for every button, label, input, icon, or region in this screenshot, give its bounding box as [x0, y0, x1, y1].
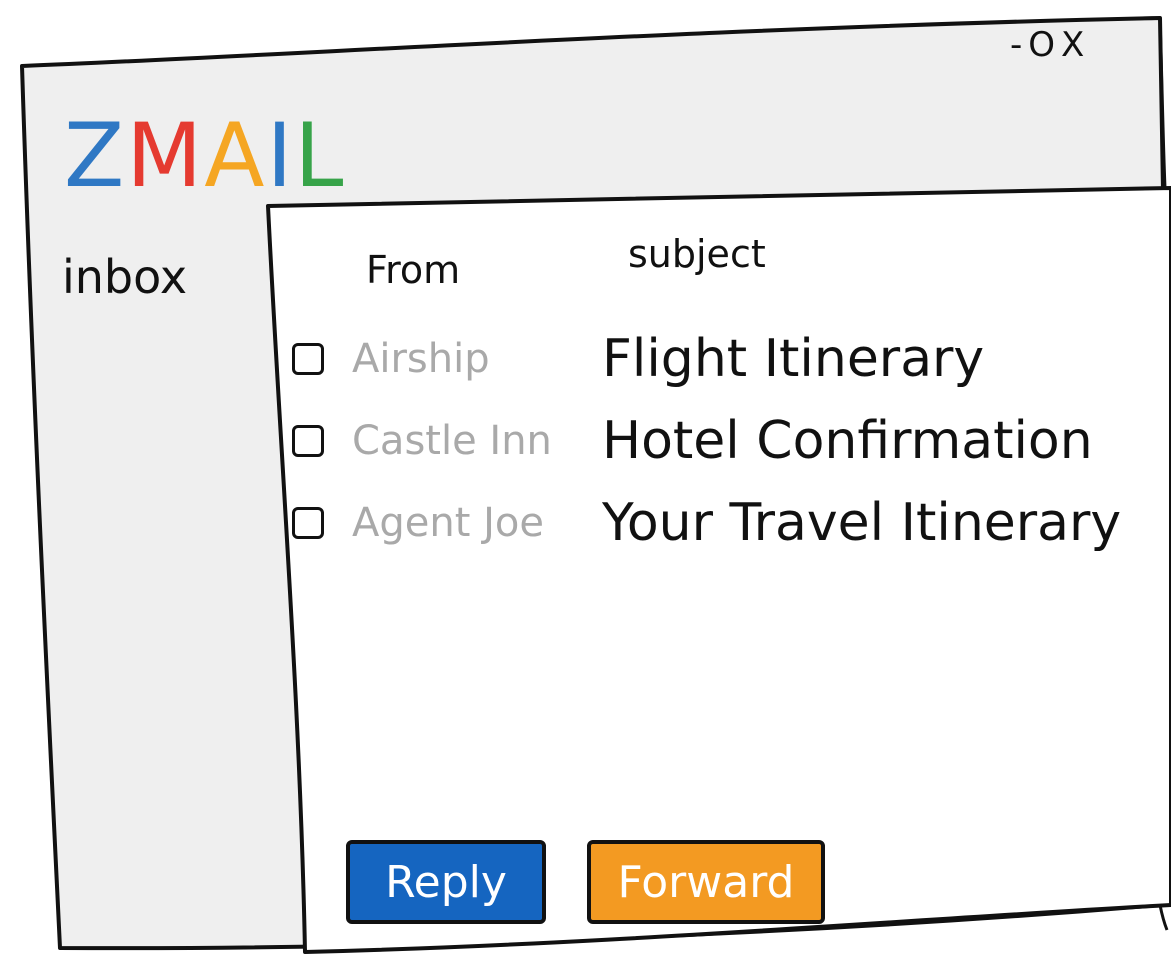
message-row[interactable]: Airship Flight Itinerary — [292, 326, 1152, 392]
logo-letter: I — [266, 104, 295, 207]
message-row[interactable]: Agent Joe Your Travel Itinerary — [292, 490, 1152, 556]
logo-letter: M — [126, 104, 205, 207]
zmail-logo: ZMAIL — [64, 112, 345, 200]
message-subject[interactable]: Flight Itinerary — [602, 329, 984, 389]
close-icon[interactable]: X — [1061, 28, 1084, 62]
zmail-window: - O X ZMAIL inbox From subject Airship F… — [0, 0, 1171, 961]
column-header-subject[interactable]: subject — [628, 232, 766, 276]
reply-button[interactable]: Reply — [346, 840, 546, 924]
logo-letter: A — [204, 104, 267, 207]
window-controls: - O X — [1010, 28, 1084, 62]
message-subject[interactable]: Your Travel Itinerary — [602, 493, 1121, 553]
message-from: Agent Joe — [352, 500, 544, 546]
message-checkbox[interactable] — [292, 425, 324, 457]
maximize-icon[interactable]: O — [1028, 28, 1055, 62]
message-checkbox[interactable] — [292, 507, 324, 539]
message-from: Castle Inn — [352, 418, 552, 464]
column-header-from[interactable]: From — [366, 248, 460, 292]
forward-button[interactable]: Forward — [587, 840, 825, 924]
logo-letter: L — [294, 104, 346, 207]
sidebar-item-inbox[interactable]: inbox — [62, 250, 187, 304]
message-subject[interactable]: Hotel Confirmation — [602, 411, 1093, 471]
logo-letter: Z — [64, 104, 127, 207]
message-row[interactable]: Castle Inn Hotel Confirmation — [292, 408, 1152, 474]
message-from: Airship — [352, 336, 490, 382]
message-checkbox[interactable] — [292, 343, 324, 375]
minimize-icon[interactable]: - — [1010, 28, 1022, 62]
